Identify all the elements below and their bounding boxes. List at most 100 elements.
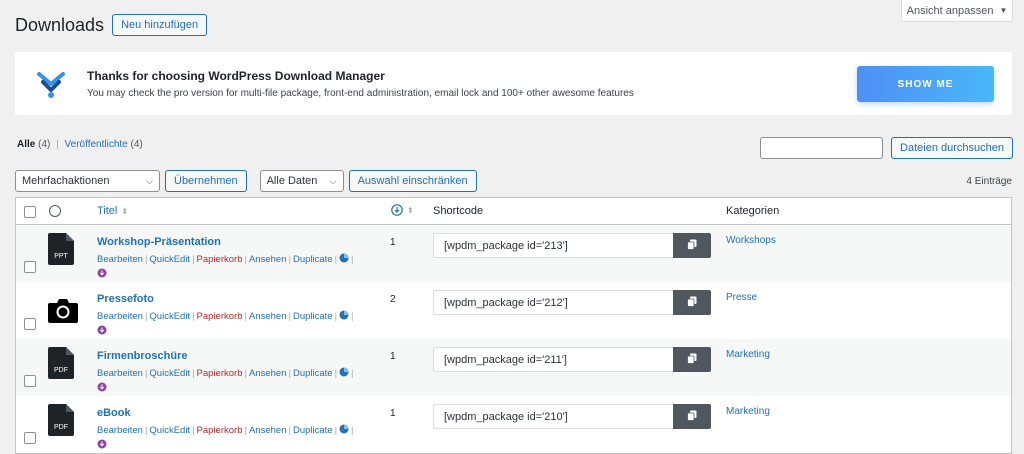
action-separator: | xyxy=(144,254,148,265)
notice-title: Thanks for choosing WordPress Download M… xyxy=(87,68,385,83)
title-column-header[interactable]: Titel ⬍ xyxy=(97,205,128,217)
downloads-column-header[interactable]: ⬍ xyxy=(391,204,414,216)
edit-link[interactable]: Bearbeiten xyxy=(97,425,143,436)
promo-notice: Thanks for choosing WordPress Download M… xyxy=(15,52,1012,115)
category-link[interactable]: Presse xyxy=(726,292,757,303)
view-link[interactable]: Ansehen xyxy=(249,254,287,265)
quickedit-link[interactable]: QuickEdit xyxy=(149,254,190,265)
edit-link[interactable]: Bearbeiten xyxy=(97,254,143,265)
view-published-link[interactable]: Veröffentlichte xyxy=(65,139,128,150)
row-checkbox[interactable] xyxy=(24,261,36,273)
edit-link[interactable]: Bearbeiten xyxy=(97,368,143,379)
bulk-actions-select[interactable]: Mehrfachaktionen ⌵ xyxy=(15,170,160,192)
shortcode-input[interactable]: [wpdm_package id='210'] xyxy=(433,404,673,429)
search-input[interactable] xyxy=(760,137,884,159)
ppt-file-icon: PPT xyxy=(48,233,74,265)
category-link[interactable]: Workshops xyxy=(726,235,776,246)
sort-icon: ⬍ xyxy=(121,206,129,216)
apply-button[interactable]: Übernehmen xyxy=(165,170,247,192)
page-title: Downloads xyxy=(15,15,105,35)
shortcode-field: [wpdm_package id='213'] xyxy=(433,233,711,258)
trash-link[interactable]: Papierkorb xyxy=(197,425,243,436)
filter-button[interactable]: Auswahl einschränken xyxy=(348,170,477,192)
quickedit-link[interactable]: QuickEdit xyxy=(149,368,190,379)
download-icon xyxy=(97,323,107,338)
download-icon xyxy=(97,380,107,395)
action-separator: | xyxy=(192,254,195,265)
action-separator: | xyxy=(144,425,148,436)
copy-shortcode-button[interactable] xyxy=(673,404,711,429)
items-count: 4 Einträge xyxy=(966,175,1012,187)
table-header: Titel ⬍ ⬍ Shortcode Kategorien xyxy=(16,198,1011,225)
search-button[interactable]: Dateien durchsuchen xyxy=(891,137,1013,159)
shortcode-input[interactable]: [wpdm_package id='213'] xyxy=(433,233,673,258)
view-filters: Alle (4) | Veröffentlichte (4) xyxy=(17,139,143,150)
shortcode-column-header: Shortcode xyxy=(433,205,484,217)
view-link[interactable]: Ansehen xyxy=(249,368,287,379)
row-title-link[interactable]: Pressefoto xyxy=(97,293,154,305)
stats-pie-icon[interactable] xyxy=(339,424,349,436)
notice-text: You may check the pro version for multi-… xyxy=(87,87,634,99)
category-link[interactable]: Marketing xyxy=(726,349,770,360)
row-title-link[interactable]: Firmenbroschüre xyxy=(97,350,187,362)
view-all-count: (4) xyxy=(38,139,51,150)
duplicate-link[interactable]: Duplicate xyxy=(293,368,333,379)
download-action[interactable] xyxy=(97,437,107,452)
action-separator: | xyxy=(144,368,148,379)
download-action[interactable] xyxy=(97,266,107,281)
row-actions: Bearbeiten | QuickEdit | Papierkorb | Ansehen |… xyxy=(97,310,356,322)
show-me-button[interactable]: SHOW ME xyxy=(857,66,994,102)
action-separator: | xyxy=(192,311,195,322)
table-row: PDF Firmenbroschüre Bearbeiten | QuickEdit… xyxy=(16,339,1011,396)
screen-options-label: Ansicht anpassen xyxy=(906,4,994,17)
download-action[interactable] xyxy=(97,380,107,395)
copy-shortcode-button[interactable] xyxy=(673,290,711,315)
duplicate-link[interactable]: Duplicate xyxy=(293,254,333,265)
shortcode-input[interactable]: [wpdm_package id='211'] xyxy=(433,347,673,372)
download-action[interactable] xyxy=(97,323,107,338)
quickedit-link[interactable]: QuickEdit xyxy=(149,425,190,436)
quickedit-link[interactable]: QuickEdit xyxy=(149,311,190,322)
copy-shortcode-button[interactable] xyxy=(673,233,711,258)
view-link[interactable]: Ansehen xyxy=(249,311,287,322)
copy-shortcode-button[interactable] xyxy=(673,347,711,372)
action-separator: | xyxy=(288,254,291,265)
duplicate-link[interactable]: Duplicate xyxy=(293,425,333,436)
action-separator: | xyxy=(351,368,354,379)
copy-icon xyxy=(687,409,697,424)
row-checkbox[interactable] xyxy=(24,318,36,330)
stats-pie-icon[interactable] xyxy=(339,253,349,265)
date-filter-select[interactable]: Alle Daten ⌵ xyxy=(259,170,344,192)
row-title-link[interactable]: eBook xyxy=(97,407,131,419)
view-all-link[interactable]: Alle xyxy=(17,139,35,150)
stats-pie-icon[interactable] xyxy=(339,310,349,322)
camera-icon xyxy=(48,290,78,323)
edit-link[interactable]: Bearbeiten xyxy=(97,311,143,322)
stats-pie-icon[interactable] xyxy=(339,367,349,379)
caret-down-icon: ▼ xyxy=(999,6,1008,15)
duplicate-link[interactable]: Duplicate xyxy=(293,311,333,322)
action-separator: | xyxy=(288,368,291,379)
action-separator: | xyxy=(244,425,247,436)
action-separator: | xyxy=(244,311,247,322)
select-all-checkbox[interactable] xyxy=(24,206,36,218)
action-separator: | xyxy=(351,254,354,265)
trash-link[interactable]: Papierkorb xyxy=(197,368,243,379)
category-link[interactable]: Marketing xyxy=(726,406,770,417)
download-count: 1 xyxy=(390,351,396,362)
categories-column-header: Kategorien xyxy=(726,205,780,217)
row-checkbox[interactable] xyxy=(24,432,36,444)
svg-text:PDF: PDF xyxy=(54,367,68,374)
shortcode-input[interactable]: [wpdm_package id='212'] xyxy=(433,290,673,315)
download-count: 1 xyxy=(390,408,396,419)
trash-link[interactable]: Papierkorb xyxy=(197,311,243,322)
pdf-file-icon: PDF xyxy=(48,404,74,436)
trash-link[interactable]: Papierkorb xyxy=(197,254,243,265)
add-new-button[interactable]: Neu hinzufügen xyxy=(112,14,208,36)
view-link[interactable]: Ansehen xyxy=(249,425,287,436)
download-count: 2 xyxy=(390,294,396,305)
row-title-link[interactable]: Workshop-Präsentation xyxy=(97,236,221,248)
row-checkbox[interactable] xyxy=(24,375,36,387)
downloads-table: Titel ⬍ ⬍ Shortcode Kategorien PPT Works… xyxy=(15,197,1012,454)
screen-options-toggle[interactable]: Ansicht anpassen ▼ xyxy=(901,0,1013,22)
